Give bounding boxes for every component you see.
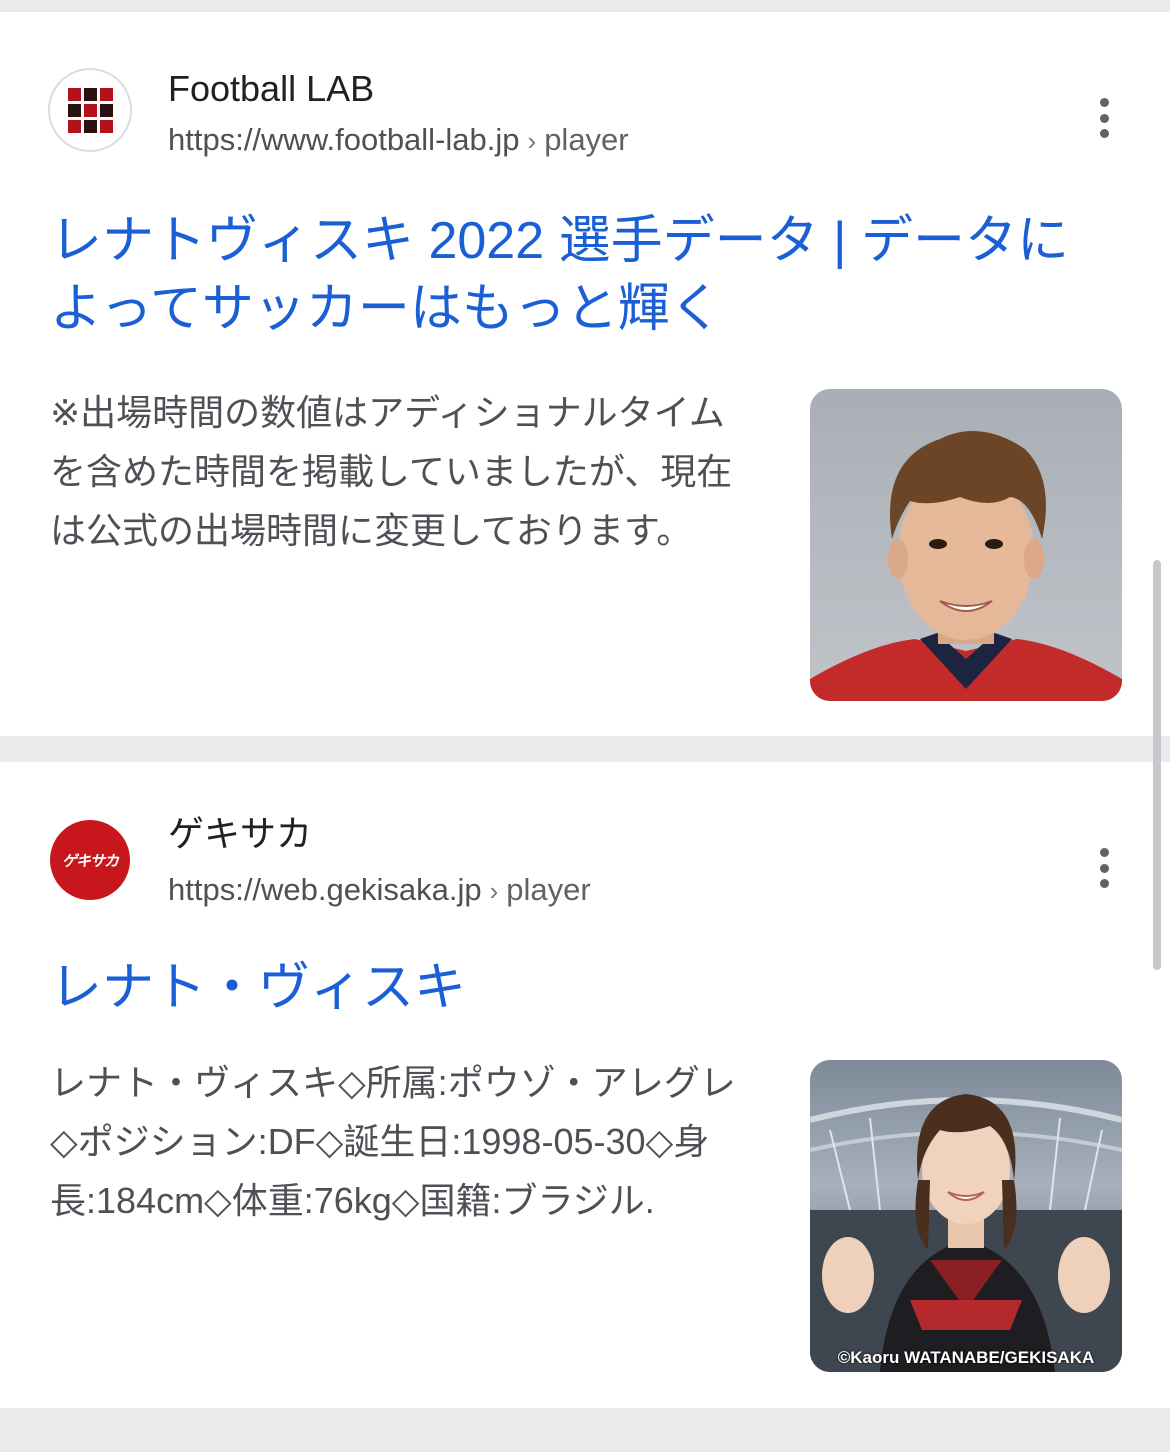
- gekisaka-logo: ゲキサカ: [50, 820, 130, 900]
- site-url[interactable]: https://www.football-lab.jp › player: [168, 122, 629, 159]
- search-result-card: ゲキサカ ゲキサカ https://web.gekisaka.jp › player…: [0, 762, 1170, 1408]
- site-name[interactable]: Football LAB: [168, 69, 374, 109]
- gekisaka-favicon-icon[interactable]: ゲキサカ: [48, 818, 132, 902]
- more-options-icon[interactable]: [1090, 848, 1118, 888]
- url-path: player: [544, 122, 629, 157]
- scrollbar[interactable]: [1153, 560, 1161, 970]
- result-title-link[interactable]: レナトヴィスキ 2022 選手データ | データによってサッカーはもっと輝く: [50, 207, 1120, 343]
- url-host: https://web.gekisaka.jp: [168, 872, 482, 907]
- site-name[interactable]: ゲキサカ: [168, 814, 312, 854]
- result-title-link[interactable]: レナト・ヴィスキ: [50, 954, 1120, 1022]
- url-separator: ›: [527, 126, 537, 156]
- site-url[interactable]: https://web.gekisaka.jp › player: [168, 872, 591, 909]
- stadium-woman-photo-icon: [810, 1094, 1122, 1372]
- result-snippet: レナト・ヴィスキ◇所属:ポウゾ・アレグレ◇ポジション:DF◇誕生日:1998-0…: [50, 1062, 736, 1221]
- url-host: https://www.football-lab.jp: [168, 122, 520, 157]
- football-lab-favicon-icon[interactable]: [48, 68, 132, 152]
- url-separator: ›: [489, 876, 499, 906]
- player-thumbnail[interactable]: [810, 389, 1122, 701]
- more-options-icon[interactable]: [1090, 98, 1118, 138]
- article-thumbnail[interactable]: ©Kaoru WATANABE/GEKISAKA: [810, 1060, 1122, 1372]
- photo-credit: ©Kaoru WATANABE/GEKISAKA: [837, 1348, 1095, 1367]
- search-result-card: Football LAB https://www.football-lab.jp…: [0, 12, 1170, 736]
- player-portrait-icon: [810, 431, 1122, 701]
- url-path: player: [506, 872, 591, 907]
- result-snippet: ※出場時間の数値はアディショナルタイムを含めた時間を掲載していましたが、現在は公…: [50, 392, 733, 551]
